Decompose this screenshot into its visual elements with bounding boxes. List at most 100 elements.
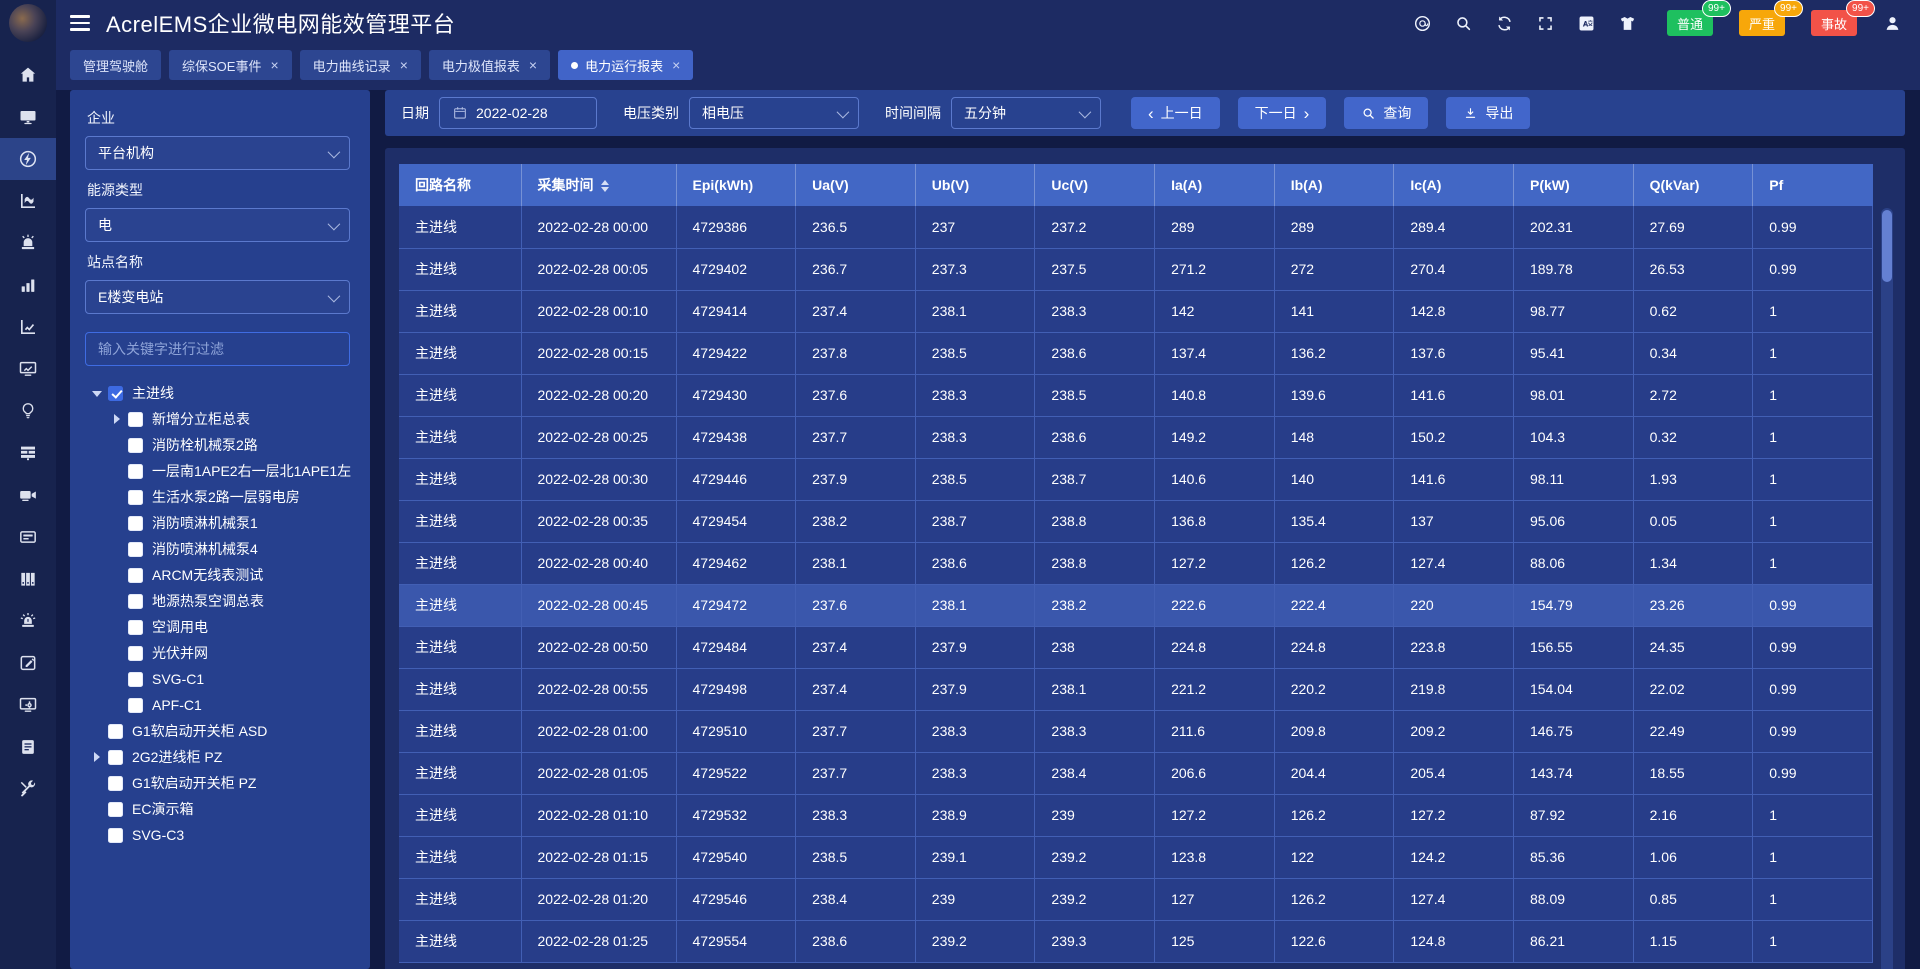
table-row[interactable]: 主进线2022-02-28 00:504729484237.4237.92382… — [399, 626, 1873, 668]
alarm-button-severe[interactable]: 严重99+ — [1739, 10, 1785, 36]
user-icon[interactable] — [1883, 14, 1902, 33]
tree-checkbox[interactable] — [128, 412, 143, 427]
search-icon[interactable] — [1454, 14, 1473, 33]
tree-item[interactable]: 主进线 — [85, 380, 350, 406]
table-row[interactable]: 主进线2022-02-28 00:454729472237.6238.1238.… — [399, 584, 1873, 626]
alarm-button-accident[interactable]: 事故99+ — [1811, 10, 1857, 36]
tree-item[interactable]: G1软启动开关柜 ASD — [85, 718, 350, 744]
next-day-button[interactable]: 下一日 › — [1238, 97, 1327, 129]
tree-checkbox[interactable] — [128, 594, 143, 609]
theme-shirt-icon[interactable] — [1618, 14, 1637, 33]
tree-checkbox[interactable] — [108, 750, 123, 765]
tree-item[interactable]: 新增分立柜总表 — [85, 406, 350, 432]
sidebar-item-grid[interactable] — [0, 432, 56, 474]
sidebar-item-panel[interactable] — [0, 516, 56, 558]
tree-item[interactable]: 生活水泵2路一层弱电房 — [85, 484, 350, 510]
tree-checkbox[interactable] — [128, 646, 143, 661]
tree-item[interactable]: 一层南1APE2右一层北1APE1左 — [85, 458, 350, 484]
tree-item[interactable]: 地源热泵空调总表 — [85, 588, 350, 614]
sidebar-item-bulb[interactable] — [0, 390, 56, 432]
tree-item[interactable]: 消防栓机械泵2路 — [85, 432, 350, 458]
alarm-button-normal[interactable]: 普通99+ — [1667, 10, 1713, 36]
tree-item[interactable]: 空调用电 — [85, 614, 350, 640]
close-icon[interactable]: × — [672, 58, 680, 72]
table-row[interactable]: 主进线2022-02-28 00:404729462238.1238.6238.… — [399, 542, 1873, 584]
sidebar-item-monitor-chart[interactable] — [0, 348, 56, 390]
sidebar-item-line-chart[interactable] — [0, 306, 56, 348]
table-row[interactable]: 主进线2022-02-28 00:554729498237.4237.9238.… — [399, 668, 1873, 710]
avatar[interactable] — [9, 4, 47, 42]
tree-checkbox[interactable] — [128, 464, 143, 479]
table-row[interactable]: 主进线2022-02-28 00:104729414237.4238.1238.… — [399, 290, 1873, 332]
sidebar-item-chart-report[interactable] — [0, 180, 56, 222]
table-row[interactable]: 主进线2022-02-28 00:054729402236.7237.3237.… — [399, 248, 1873, 290]
tab-4[interactable]: 电力极值报表× — [429, 50, 550, 80]
table-row[interactable]: 主进线2022-02-28 00:354729454238.2238.7238.… — [399, 500, 1873, 542]
sidebar-item-archive[interactable] — [0, 558, 56, 600]
tab-5[interactable]: 电力运行报表× — [558, 50, 693, 80]
table-row[interactable]: 主进线2022-02-28 01:004729510237.7238.3238.… — [399, 710, 1873, 752]
sidebar-item-alarm-lamp[interactable] — [0, 600, 56, 642]
tree-checkbox[interactable] — [108, 386, 123, 401]
tree-checkbox[interactable] — [128, 516, 143, 531]
tree-checkbox[interactable] — [128, 698, 143, 713]
tree-checkbox[interactable] — [108, 776, 123, 791]
column-header[interactable]: 采集时间 — [521, 164, 676, 206]
tree-checkbox[interactable] — [128, 438, 143, 453]
energy-type-select[interactable]: 电 — [85, 208, 350, 242]
tab-2[interactable]: 综保SOE事件× — [169, 50, 292, 80]
tree-checkbox[interactable] — [128, 568, 143, 583]
table-row[interactable]: 主进线2022-02-28 00:004729386236.5237237.22… — [399, 206, 1873, 248]
enterprise-select[interactable]: 平台机构 — [85, 136, 350, 170]
sidebar-item-document[interactable] — [0, 726, 56, 768]
tree-search-input[interactable] — [85, 332, 350, 366]
scrollbar-thumb[interactable] — [1882, 210, 1892, 282]
table-row[interactable]: 主进线2022-02-28 00:254729438237.7238.3238.… — [399, 416, 1873, 458]
tree-item[interactable]: ARCM无线表测试 — [85, 562, 350, 588]
tree-checkbox[interactable] — [128, 490, 143, 505]
sort-icon[interactable] — [601, 180, 609, 192]
table-row[interactable]: 主进线2022-02-28 01:154729540238.5239.1239.… — [399, 836, 1873, 878]
close-icon[interactable]: × — [400, 58, 408, 72]
table-row[interactable]: 主进线2022-02-28 01:104729532238.3238.92391… — [399, 794, 1873, 836]
tree-item[interactable]: 消防喷淋机械泵4 — [85, 536, 350, 562]
tree-item[interactable]: G1软启动开关柜 PZ — [85, 770, 350, 796]
translate-icon[interactable] — [1577, 14, 1596, 33]
tree-checkbox[interactable] — [128, 620, 143, 635]
tree-item[interactable]: APF-C1 — [85, 692, 350, 718]
at-circle-icon[interactable] — [1413, 14, 1432, 33]
table-row[interactable]: 主进线2022-02-28 01:054729522237.7238.3238.… — [399, 752, 1873, 794]
table-row[interactable]: 主进线2022-02-28 00:304729446237.9238.5238.… — [399, 458, 1873, 500]
table-row[interactable]: 主进线2022-02-28 01:254729554238.6239.2239.… — [399, 920, 1873, 962]
sidebar-item-bar-chart[interactable] — [0, 264, 56, 306]
sidebar-item-home[interactable] — [0, 54, 56, 96]
tree-checkbox[interactable] — [108, 724, 123, 739]
tree-item[interactable]: SVG-C3 — [85, 822, 350, 848]
export-button[interactable]: 导出 — [1446, 97, 1530, 129]
table-row[interactable]: 主进线2022-02-28 00:154729422237.8238.5238.… — [399, 332, 1873, 374]
sidebar-item-monitor-gear[interactable] — [0, 684, 56, 726]
voltage-type-select[interactable]: 相电压 — [689, 97, 859, 129]
tree-checkbox[interactable] — [108, 828, 123, 843]
tree-item[interactable]: 2G2进线柜 PZ — [85, 744, 350, 770]
refresh-icon[interactable] — [1495, 14, 1514, 33]
sidebar-item-edit[interactable] — [0, 642, 56, 684]
close-icon[interactable]: × — [529, 58, 537, 72]
station-select[interactable]: E楼变电站 — [85, 280, 350, 314]
sidebar-item-siren[interactable] — [0, 222, 56, 264]
table-row[interactable]: 主进线2022-02-28 01:204729546238.4239239.21… — [399, 878, 1873, 920]
close-icon[interactable]: × — [270, 58, 278, 72]
tree-item[interactable]: 光伏并网 — [85, 640, 350, 666]
sidebar-item-power[interactable] — [0, 138, 56, 180]
prev-day-button[interactable]: ‹ 上一日 — [1131, 97, 1220, 129]
caret-right-icon[interactable] — [109, 412, 124, 427]
caret-down-icon[interactable] — [89, 386, 104, 401]
sidebar-item-camera[interactable] — [0, 474, 56, 516]
tree-item[interactable]: EC演示箱 — [85, 796, 350, 822]
tab-3[interactable]: 电力曲线记录× — [300, 50, 421, 80]
table-scrollbar[interactable] — [1881, 208, 1893, 969]
tree-checkbox[interactable] — [128, 542, 143, 557]
sidebar-item-tools[interactable] — [0, 768, 56, 810]
fullscreen-icon[interactable] — [1536, 14, 1555, 33]
interval-select[interactable]: 五分钟 — [951, 97, 1101, 129]
